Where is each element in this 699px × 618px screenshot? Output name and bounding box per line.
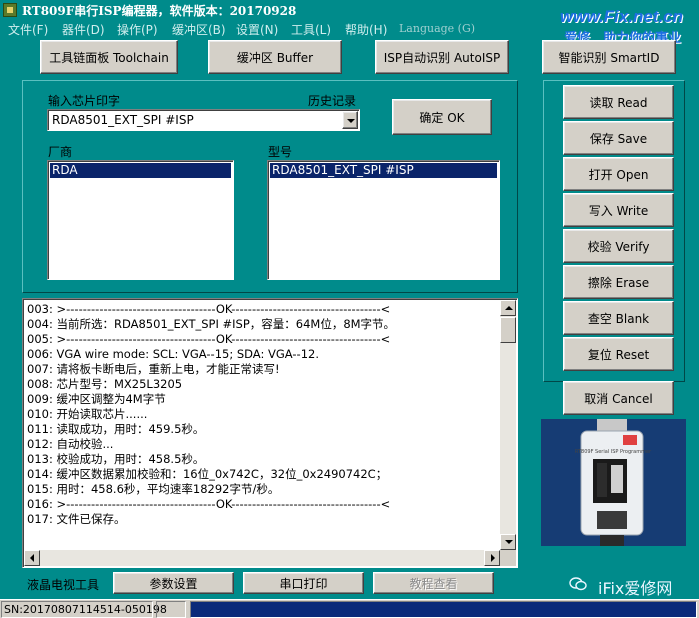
- vendor-list[interactable]: RDA: [47, 160, 234, 280]
- buffer-button[interactable]: 缓冲区 Buffer: [208, 40, 342, 74]
- log-line: 006: VGA wire mode: SCL: VGA--15; SDA: V…: [27, 347, 319, 361]
- write-button[interactable]: 写入 Write: [563, 193, 674, 227]
- params-button[interactable]: 参数设置: [113, 572, 234, 594]
- log-line: 015: 用时：458.6秒，平均速率18292字节/秒。: [27, 482, 280, 496]
- status-cell: [156, 601, 186, 618]
- tutorial-button[interactable]: 教程查看: [373, 572, 494, 594]
- log-line: 010: 开始读取芯片......: [27, 407, 148, 421]
- window-title: RT809F串行ISP编程器，软件版本：20170928: [22, 4, 297, 18]
- menu-buffer[interactable]: 缓冲区(B): [172, 21, 226, 38]
- autoisp-button[interactable]: ISP自动识别 AutoISP: [375, 40, 509, 74]
- device-label: RT809F Serial ISP Programmer: [575, 449, 652, 455]
- history-dropdown-button[interactable]: [342, 111, 358, 129]
- open-button[interactable]: 打开 Open: [563, 157, 674, 191]
- log-line: 007: 请将板卡断电后，重新上电，才能正常读写!: [27, 362, 280, 376]
- status-bar: SN:20170807114514-050198: [0, 599, 699, 618]
- log-line: 008: 芯片型号：MX25L3205: [27, 377, 183, 391]
- menu-device[interactable]: 器件(D): [62, 21, 105, 38]
- serial-print-button[interactable]: 串口打印: [243, 572, 364, 594]
- model-list[interactable]: RDA8501_EXT_SPI #ISP: [267, 160, 500, 280]
- log-line: 009: 缓冲区调整为4M字节: [27, 392, 166, 406]
- log-lines: 003: >----------------------------------…: [27, 302, 499, 527]
- menu-operation[interactable]: 操作(P): [117, 21, 158, 38]
- log-output[interactable]: 003: >----------------------------------…: [22, 298, 518, 568]
- scroll-left-icon[interactable]: [24, 550, 40, 566]
- scroll-up-icon[interactable]: [500, 300, 516, 316]
- progress-bar: [190, 601, 697, 618]
- menu-file[interactable]: 文件(F): [8, 21, 48, 38]
- log-horizontal-scrollbar[interactable]: [24, 550, 500, 566]
- model-list-item[interactable]: RDA8501_EXT_SPI #ISP: [270, 163, 497, 178]
- blank-button[interactable]: 查空 Blank: [563, 301, 674, 335]
- log-line: 004: 当前所选：RDA8501_EXT_SPI #ISP，容量：64M位，8…: [27, 317, 396, 331]
- programmer-device-icon: RT809F Serial ISP Programmer: [541, 419, 686, 546]
- scroll-down-icon[interactable]: [500, 534, 516, 550]
- log-line: 012: 自动校验...: [27, 437, 114, 451]
- verify-button[interactable]: 校验 Verify: [563, 229, 674, 263]
- ok-button[interactable]: 确定 OK: [392, 99, 492, 135]
- menu-help[interactable]: 帮助(H): [345, 21, 387, 38]
- reset-button[interactable]: 复位 Reset: [563, 337, 674, 371]
- chip-input-combo[interactable]: RDA8501_EXT_SPI #ISP: [47, 109, 360, 131]
- log-vertical-scrollbar[interactable]: [500, 300, 516, 550]
- scroll-thumb[interactable]: [500, 317, 516, 343]
- wechat-label: iFix爱修网: [598, 579, 673, 598]
- erase-button[interactable]: 擦除 Erase: [563, 265, 674, 299]
- log-line: 003: >----------------------------------…: [27, 302, 391, 316]
- save-button[interactable]: 保存 Save: [563, 121, 674, 155]
- menu-tools[interactable]: 工具(L): [291, 21, 331, 38]
- read-button[interactable]: 读取 Read: [563, 85, 674, 119]
- wechat-icon: [569, 577, 587, 591]
- serial-number: SN:20170807114514-050198: [1, 601, 167, 618]
- history-label: 历史记录: [308, 94, 357, 108]
- log-line: 013: 校验成功，用时：458.5秒。: [27, 452, 205, 466]
- vendor-label: 厂商: [48, 145, 73, 159]
- scroll-corner: [500, 550, 516, 566]
- chip-input-label: 输入芯片印字: [48, 94, 121, 108]
- smartid-button[interactable]: 智能识别 SmartID: [542, 40, 676, 74]
- log-line: 017: 文件已保存。: [27, 512, 126, 526]
- vendor-list-item[interactable]: RDA: [50, 163, 231, 178]
- scroll-right-icon[interactable]: [484, 550, 500, 566]
- log-line: 011: 读取成功，用时：459.5秒。: [27, 422, 205, 436]
- app-icon: [3, 3, 17, 17]
- toolchain-button[interactable]: 工具链面板 Toolchain: [40, 40, 178, 74]
- cancel-button[interactable]: 取消 Cancel: [563, 381, 674, 415]
- chip-input-value: RDA8501_EXT_SPI #ISP: [52, 113, 194, 127]
- tab-lcd-tool[interactable]: 液晶电视工具: [27, 576, 99, 593]
- log-line: 016: >----------------------------------…: [27, 497, 391, 511]
- watermark-url: www.Fix.net.cn: [559, 7, 683, 26]
- programmer-photo: RT809F Serial ISP Programmer: [541, 419, 686, 546]
- model-label: 型号: [268, 145, 293, 159]
- log-line: 005: >----------------------------------…: [27, 332, 391, 346]
- menu-language[interactable]: Language (G): [399, 22, 475, 35]
- log-line: 014: 缓冲区数据累加校验和：16位_0x742C，32位_0x2490742…: [27, 467, 388, 481]
- menu-settings[interactable]: 设置(N): [236, 21, 278, 38]
